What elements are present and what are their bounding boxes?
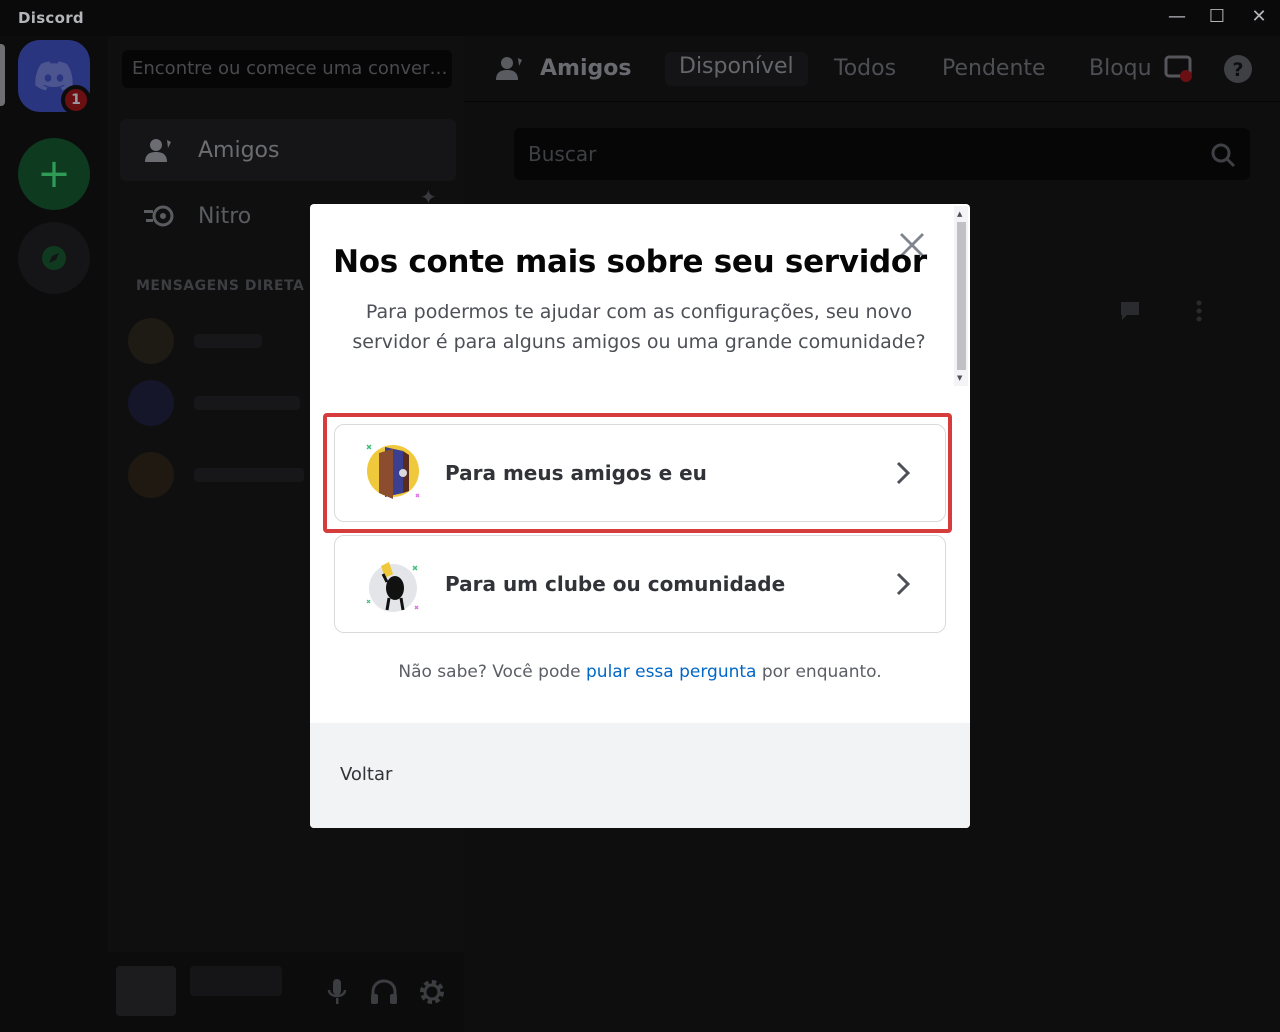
- option-community-button[interactable]: Para um clube ou comunidade: [334, 535, 946, 633]
- avatar: [128, 452, 174, 498]
- sidebar-item-friends[interactable]: Amigos: [120, 119, 456, 181]
- skip-suffix: por enquanto.: [756, 662, 882, 682]
- add-server-button[interactable]: +: [18, 138, 90, 210]
- compass-icon: [42, 246, 66, 270]
- selection-highlight: [323, 413, 952, 533]
- more-vertical-icon: [1196, 300, 1202, 322]
- back-button[interactable]: Voltar: [340, 764, 392, 785]
- friends-search-input[interactable]: Buscar: [514, 128, 1250, 180]
- skip-question-text: Não sabe? Você pode pular essa pergunta …: [310, 662, 970, 682]
- chat-bubble-icon: [1121, 302, 1139, 320]
- gear-icon: [420, 980, 444, 1004]
- help-button[interactable]: ?: [1221, 52, 1255, 86]
- search-icon: [1210, 142, 1236, 172]
- chevron-right-icon: [883, 572, 923, 596]
- modal-subtitle: Para podermos te ajudar com as configura…: [352, 301, 926, 353]
- sidebar-item-label: Amigos: [198, 137, 280, 163]
- tab-all[interactable]: Todos: [834, 56, 896, 81]
- dm-name-blurred: [194, 468, 304, 482]
- sidebar-item-label: Nitro: [198, 203, 252, 229]
- new-group-dm-button[interactable]: [1162, 52, 1196, 86]
- explore-servers-button[interactable]: [18, 222, 90, 294]
- user-settings-button[interactable]: [415, 975, 449, 1009]
- page-title: Amigos: [540, 56, 632, 81]
- message-button[interactable]: [1115, 296, 1145, 326]
- dm-name-blurred: [194, 396, 300, 410]
- notification-badge: 1: [61, 85, 91, 115]
- microphone-icon: [327, 979, 347, 1004]
- tab-blocked[interactable]: Bloqu: [1089, 56, 1152, 81]
- scroll-down-arrow-icon[interactable]: ▼: [957, 374, 962, 382]
- app-title: Discord: [18, 9, 84, 27]
- foam-finger-illustration-icon: [363, 552, 427, 616]
- headphones-icon: [371, 979, 397, 1004]
- friends-icon: [138, 136, 182, 164]
- scrollbar-thumb[interactable]: [957, 222, 966, 370]
- skip-prefix: Não sabe? Você pode: [398, 662, 587, 682]
- modal-title: Nos conte mais sobre seu servidor: [333, 244, 927, 280]
- microphone-button[interactable]: [320, 975, 354, 1009]
- dm-name-blurred: [194, 334, 262, 348]
- modal-footer: [310, 723, 970, 828]
- title-bar: Discord — ☐ ✕: [0, 0, 1280, 36]
- avatar: [128, 380, 174, 426]
- direct-messages-header: MENSAGENS DIRETA: [136, 278, 305, 294]
- username-blurred: [190, 966, 282, 996]
- selected-indicator: [0, 44, 5, 106]
- tab-available[interactable]: Disponível: [665, 52, 808, 86]
- skip-question-link[interactable]: pular essa pergunta: [586, 662, 756, 682]
- close-window-button[interactable]: ✕: [1238, 0, 1280, 36]
- screen-badge-icon: [1164, 55, 1192, 82]
- modal-scrollbar[interactable]: ▲ ▼: [954, 206, 968, 386]
- maximize-button[interactable]: ☐: [1196, 0, 1238, 36]
- headphones-button[interactable]: [367, 975, 401, 1009]
- avatar[interactable]: [116, 966, 176, 1016]
- nitro-icon: [138, 204, 182, 228]
- friends-icon: [494, 54, 528, 86]
- more-options-button[interactable]: [1184, 296, 1214, 326]
- svg-text:?: ?: [1232, 59, 1243, 81]
- find-conversation-input[interactable]: Encontre ou comece uma conver…: [122, 50, 452, 88]
- minimize-button[interactable]: —: [1156, 0, 1198, 36]
- scroll-up-arrow-icon[interactable]: ▲: [957, 210, 962, 218]
- option-label: Para um clube ou comunidade: [445, 572, 786, 596]
- help-icon: ?: [1224, 55, 1252, 83]
- avatar: [128, 318, 174, 364]
- tab-pending[interactable]: Pendente: [942, 56, 1046, 81]
